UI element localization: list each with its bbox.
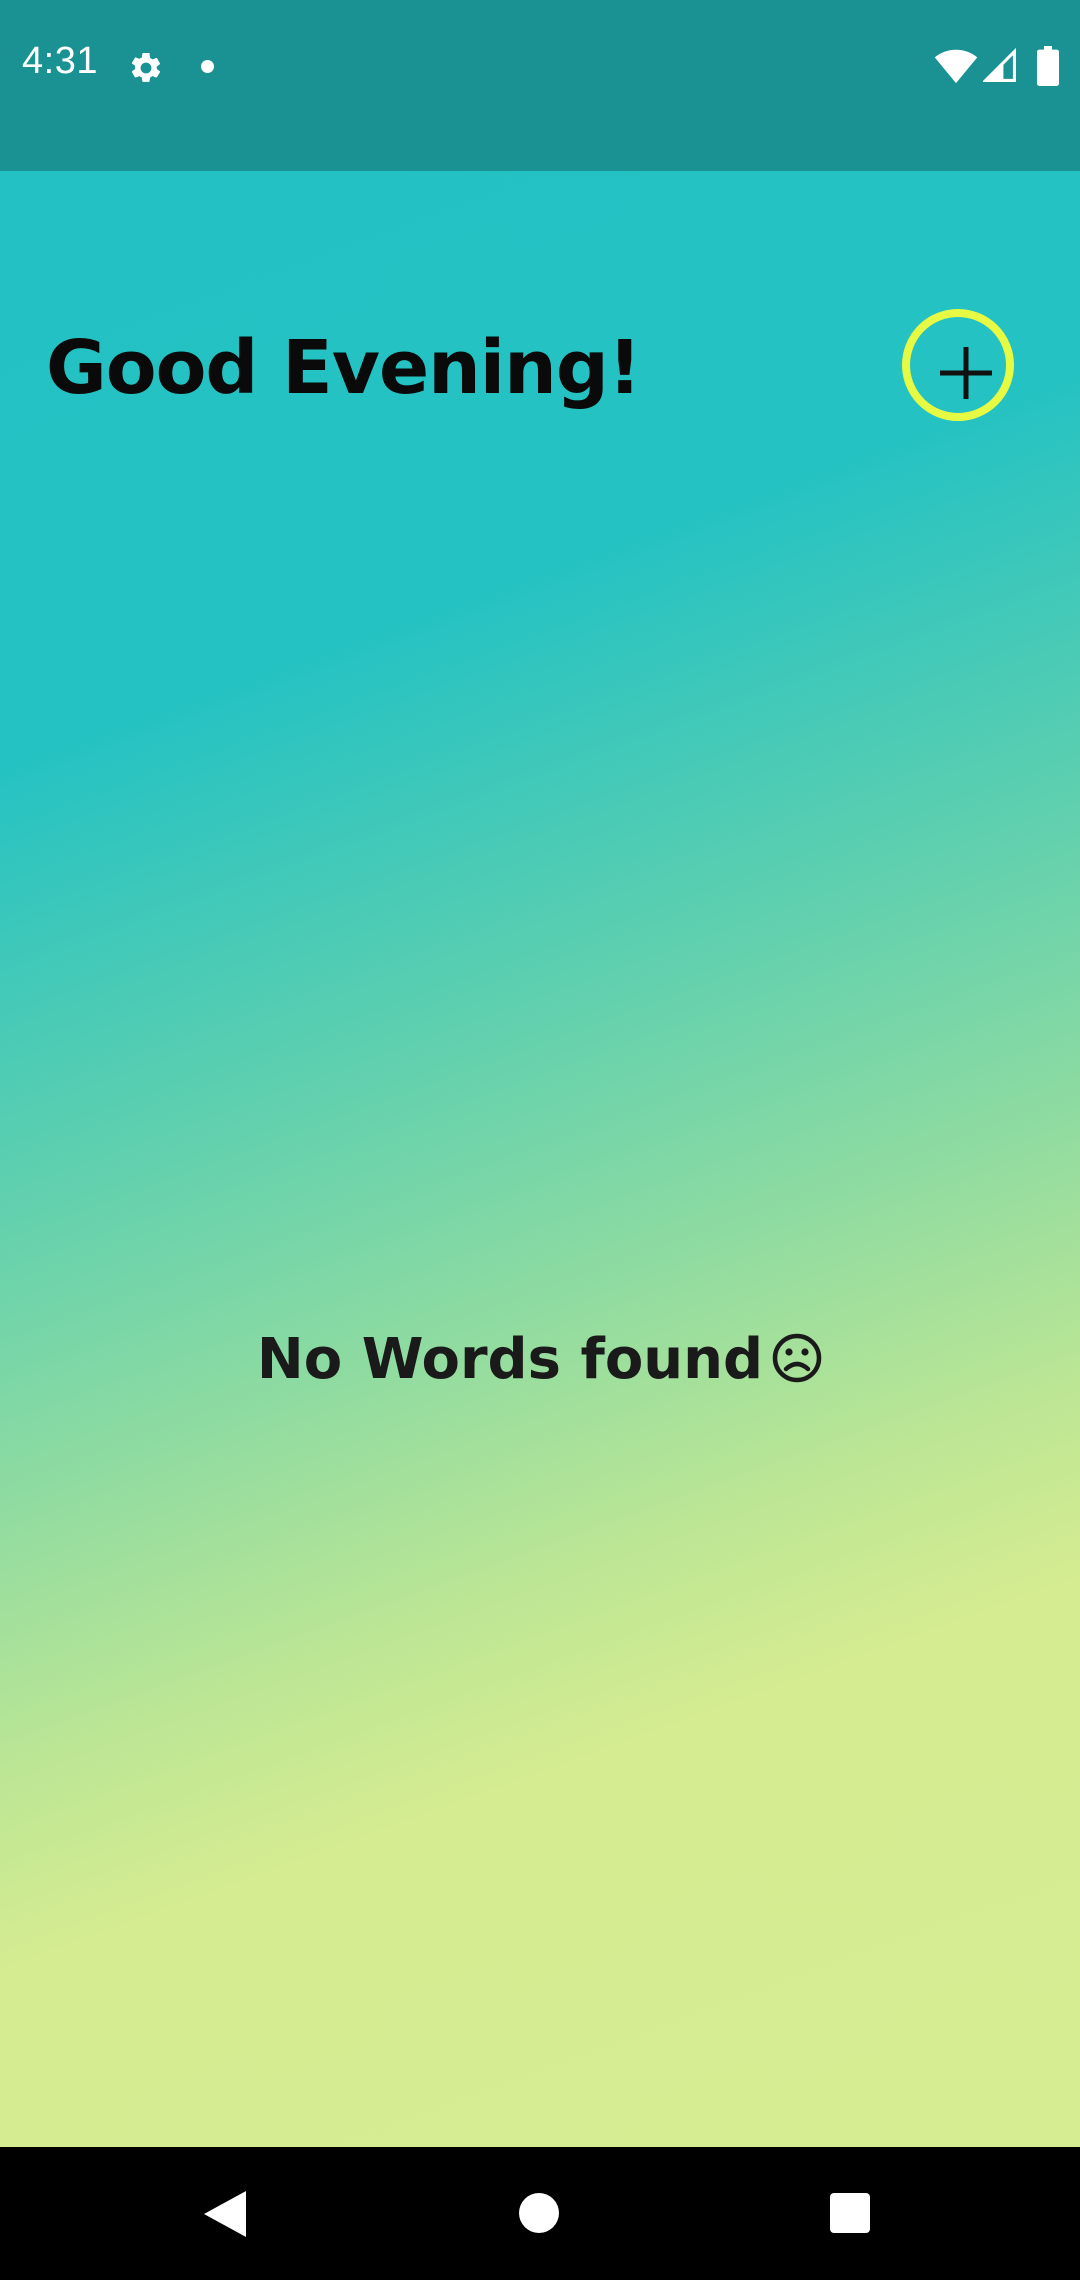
sad-face-icon [772,1333,822,1383]
plus-icon [940,347,992,399]
empty-state-message: No Words found [0,1326,1080,1393]
greeting-title: Good Evening! [46,325,642,411]
signal-icon [983,48,1016,82]
add-word-button[interactable] [902,309,1014,421]
recents-icon[interactable] [830,2193,870,2233]
app-body: Good Evening! No Words found [0,171,1080,2147]
status-time: 4:31 [22,40,98,82]
empty-state-text: No Words found [256,1327,764,1392]
gear-icon [131,52,161,82]
wifi-icon [934,49,978,84]
back-icon[interactable] [204,2191,246,2237]
navigation-bar [0,2147,1080,2280]
notification-dot-icon [201,60,214,73]
battery-icon [1037,46,1059,86]
status-bar: 4:31 [0,0,1080,171]
home-icon[interactable] [519,2193,559,2233]
